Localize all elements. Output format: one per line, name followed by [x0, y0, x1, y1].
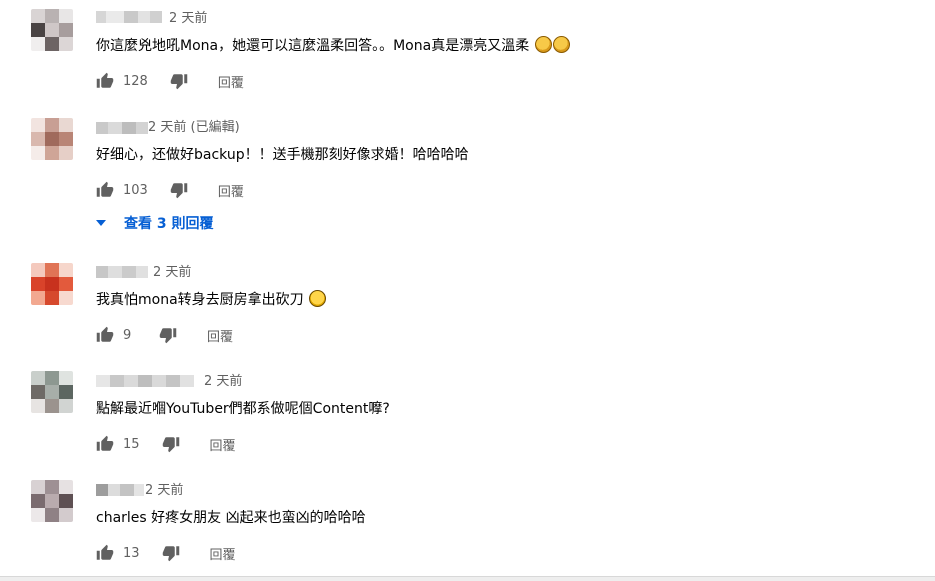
comment-time[interactable]: 2 天前: [153, 265, 191, 281]
thumbs-down-icon[interactable]: [159, 326, 177, 344]
caret-down-icon: [96, 220, 106, 226]
author-name-blurred[interactable]: [96, 121, 148, 135]
author-name-blurred[interactable]: [96, 265, 148, 279]
thumbs-up-icon[interactable]: [96, 72, 114, 90]
comment-text-content: 點解最近嗰YouTuber們都系做呢個Content嚤?: [96, 401, 390, 417]
clapping-hands-icon: [534, 36, 552, 53]
like-count: 13: [123, 545, 140, 561]
comment-text: charles 好疼女朋友 凶起来也蛮凶的哈哈哈: [96, 508, 366, 528]
avatar[interactable]: [31, 9, 73, 51]
comment-text: 點解最近嗰YouTuber們都系做呢個Content嚤?: [96, 399, 390, 419]
like-count: 103: [123, 182, 148, 198]
reply-button[interactable]: 回覆: [210, 544, 236, 563]
avatar[interactable]: [31, 263, 73, 305]
comment-actions: 9 回覆: [96, 325, 233, 345]
like-count: 15: [123, 436, 140, 452]
comment-text-content: 你這麼兇地吼Mona，她還可以這麼溫柔回答。。Mona真是漂亮又溫柔: [96, 38, 530, 54]
author-name-blurred[interactable]: [96, 10, 162, 24]
comment-time[interactable]: 2 天前: [169, 11, 207, 27]
reply-button[interactable]: 回覆: [218, 181, 244, 200]
like-count: 9: [123, 327, 132, 343]
comment-actions: 13 回覆: [96, 543, 236, 563]
thumbs-down-icon[interactable]: [170, 72, 188, 90]
thumbs-up-icon[interactable]: [96, 181, 114, 199]
comment-actions: 103 回覆: [96, 180, 244, 200]
rolling-laughing-face-icon: [309, 290, 327, 307]
thumbs-up-icon[interactable]: [96, 544, 114, 562]
comment-text-content: 好细心，还做好backup！！送手機那刻好像求婚！哈哈哈哈: [96, 147, 469, 163]
comment-text: 好细心，还做好backup！！送手機那刻好像求婚！哈哈哈哈: [96, 145, 469, 165]
reply-button[interactable]: 回覆: [218, 72, 244, 91]
comment-time[interactable]: 2 天前 (已編輯): [148, 120, 240, 136]
view-replies-button[interactable]: 查看 3 則回覆: [96, 213, 214, 233]
comment-actions: 15 回覆: [96, 434, 236, 454]
thumbs-up-icon[interactable]: [96, 326, 114, 344]
avatar[interactable]: [31, 480, 73, 522]
comment-actions: 128 回覆: [96, 71, 244, 91]
clapping-hands-icon: [552, 36, 570, 53]
view-replies-label: 查看 3 則回覆: [124, 216, 214, 232]
thumbs-up-icon[interactable]: [96, 435, 114, 453]
comment-time[interactable]: 2 天前: [145, 483, 183, 499]
avatar[interactable]: [31, 118, 73, 160]
like-count: 128: [123, 73, 148, 89]
comment-text: 你這麼兇地吼Mona，她還可以這麼溫柔回答。。Mona真是漂亮又溫柔: [96, 36, 570, 56]
thumbs-down-icon[interactable]: [162, 544, 180, 562]
comment-text-content: 我真怕mona转身去厨房拿出砍刀: [96, 292, 304, 308]
thumbs-down-icon[interactable]: [170, 181, 188, 199]
author-name-blurred[interactable]: [96, 483, 144, 497]
bottom-divider: [0, 576, 935, 581]
comment-time[interactable]: 2 天前: [204, 374, 242, 390]
author-name-blurred[interactable]: [96, 374, 194, 388]
comment-text: 我真怕mona转身去厨房拿出砍刀: [96, 290, 327, 310]
thumbs-down-icon[interactable]: [162, 435, 180, 453]
avatar[interactable]: [31, 371, 73, 413]
reply-button[interactable]: 回覆: [207, 326, 233, 345]
reply-button[interactable]: 回覆: [210, 435, 236, 454]
comment-text-content: charles 好疼女朋友 凶起来也蛮凶的哈哈哈: [96, 510, 366, 526]
